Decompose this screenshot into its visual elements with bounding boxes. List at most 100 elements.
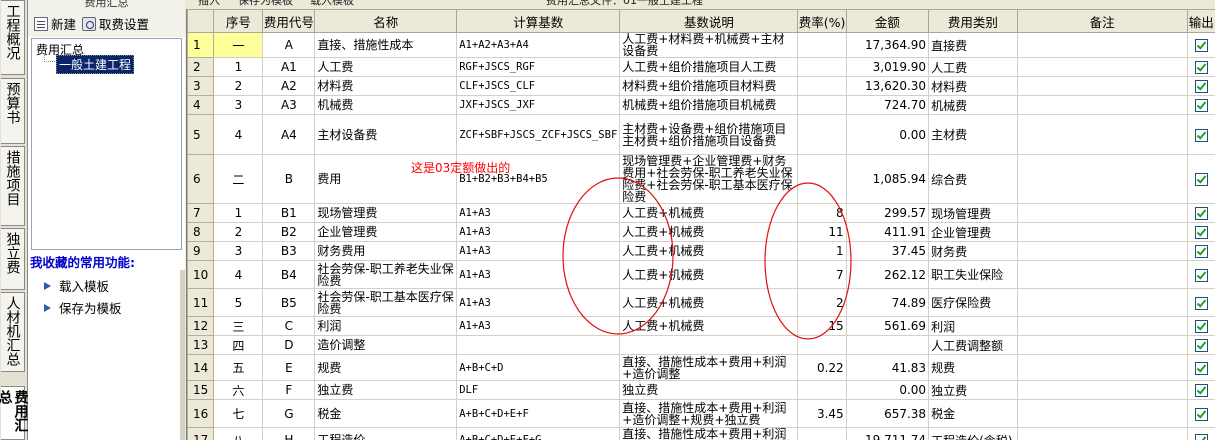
tab-project-overview[interactable]: 工程概况 (1, 0, 25, 75)
cell-note[interactable] (1016, 32, 1188, 58)
favorite-save-template[interactable]: 保存为模板 (44, 298, 122, 317)
cell-amount[interactable]: 262.12 (845, 260, 930, 289)
cell-code[interactable]: A (262, 32, 316, 58)
cell-note[interactable] (1016, 154, 1188, 204)
tab-budget[interactable]: 预算书 (1, 78, 25, 144)
cell-base[interactable]: A1+A3 (456, 260, 621, 289)
row-number[interactable]: 3 (187, 76, 215, 96)
col-header-base[interactable]: 计算基数 (456, 9, 621, 33)
cell-desc[interactable]: 人工费+机械费 (619, 316, 799, 336)
cell-code[interactable]: B4 (262, 260, 316, 289)
row-number[interactable]: 8 (187, 222, 215, 242)
cell-note[interactable] (1016, 260, 1188, 289)
table-row[interactable]: 8 2 B2 企业管理费 A1+A3 人工费+机械费 11 411.91 企业管理费 (187, 222, 1215, 242)
cell-code[interactable]: D (262, 335, 316, 355)
cell-seq[interactable]: 3 (213, 95, 264, 115)
cell-desc[interactable]: 直接、措施性成本+费用+利润+造价调整+规费+独立费+税金 (619, 427, 799, 440)
cell-output[interactable] (1186, 335, 1215, 355)
output-checkbox[interactable] (1194, 226, 1208, 239)
cell-desc[interactable]: 材料费+组价措施项目材料费 (619, 76, 799, 96)
table-row[interactable]: 4 3 A3 机械费 JXF+JSCS_JXF 机械费+组价措施项目机械费 724.70 机械… (187, 95, 1215, 115)
cell-amount[interactable]: 724.70 (845, 95, 930, 115)
cell-amount[interactable] (845, 335, 930, 355)
cell-code[interactable]: A4 (262, 114, 316, 155)
cell-desc[interactable]: 独立费 (619, 380, 799, 400)
row-number[interactable]: 6 (187, 154, 215, 204)
cell-category[interactable]: 独立费 (928, 380, 1018, 400)
cell-note[interactable] (1016, 380, 1188, 400)
cell-base[interactable]: A+B+C+D+E+F (456, 399, 621, 428)
cell-name[interactable]: 企业管理费 (314, 222, 458, 242)
table-row[interactable]: 10 4 B4 社会劳保-职工养老失业保险费 A1+A3 人工费+机械费 7 262.12 职工… (187, 260, 1215, 289)
cell-seq[interactable]: 1 (213, 203, 264, 223)
cell-rate[interactable] (797, 154, 847, 204)
col-header-seq[interactable]: 序号 (213, 9, 264, 33)
cell-seq[interactable]: 2 (213, 76, 264, 96)
cell-category[interactable]: 人工费调整额 (928, 335, 1018, 355)
row-number[interactable]: 15 (187, 380, 215, 400)
cell-output[interactable] (1186, 114, 1215, 155)
cell-category[interactable]: 主材费 (928, 114, 1018, 155)
cell-amount[interactable]: 0.00 (845, 114, 930, 155)
row-number[interactable]: 5 (187, 114, 215, 155)
favorite-load-template[interactable]: 载入模板 (44, 276, 109, 295)
cell-output[interactable] (1186, 380, 1215, 400)
cell-base[interactable]: A+B+C+D+E+F+G (456, 427, 621, 440)
cell-base[interactable]: A1+A3 (456, 288, 621, 317)
cell-amount[interactable]: 561.69 (845, 316, 930, 336)
cell-amount[interactable]: 411.91 (845, 222, 930, 242)
cell-category[interactable]: 规费 (928, 354, 1018, 381)
output-checkbox[interactable] (1194, 61, 1208, 74)
col-header-amount[interactable]: 金额 (845, 9, 930, 33)
table-row[interactable]: 2 1 A1 人工费 RGF+JSCS_RGF 人工费+组价措施项目人工费 3,019.90… (187, 57, 1215, 77)
cell-seq[interactable]: 4 (213, 260, 264, 289)
output-checkbox[interactable] (1194, 320, 1208, 333)
cell-name[interactable]: 税金 (314, 399, 458, 428)
output-checkbox[interactable] (1194, 39, 1208, 52)
table-row[interactable]: 15 六 F 独立费 DLF 独立费 0.00 独立费 (187, 380, 1215, 400)
table-row[interactable]: 13 四 D 造价调整 人工费调整额 (187, 335, 1215, 355)
row-number[interactable]: 11 (187, 288, 215, 317)
cell-desc[interactable]: 机械费+组价措施项目机械费 (619, 95, 799, 115)
cell-code[interactable]: B2 (262, 222, 316, 242)
cell-rate[interactable]: 7 (797, 260, 847, 289)
cell-output[interactable] (1186, 316, 1215, 336)
row-number[interactable]: 4 (187, 95, 215, 115)
cell-category[interactable]: 直接费 (928, 32, 1018, 58)
cell-amount[interactable]: 0.00 (845, 380, 930, 400)
cell-code[interactable]: C (262, 316, 316, 336)
cell-code[interactable]: H (262, 427, 316, 440)
cell-category[interactable]: 税金 (928, 399, 1018, 428)
col-header-note[interactable]: 备注 (1016, 9, 1188, 33)
cell-category[interactable]: 现场管理费 (928, 203, 1018, 223)
cell-output[interactable] (1186, 154, 1215, 204)
table-row[interactable]: 6 二 B 费用 B1+B2+B3+B4+B5 现场管理费+企业管理费+财务费用+社会劳保… (187, 154, 1215, 204)
cell-name[interactable]: 现场管理费 (314, 203, 458, 223)
cell-base[interactable] (456, 335, 621, 355)
cell-code[interactable]: A2 (262, 76, 316, 96)
row-number[interactable]: 10 (187, 260, 215, 289)
cell-code[interactable]: A1 (262, 57, 316, 77)
cell-output[interactable] (1186, 241, 1215, 261)
cell-note[interactable] (1016, 288, 1188, 317)
cell-rate[interactable]: 3.45 (797, 399, 847, 428)
cell-name[interactable]: 社会劳保-职工养老失业保险费 (314, 260, 458, 289)
cell-desc[interactable] (619, 335, 799, 355)
cell-code[interactable]: A3 (262, 95, 316, 115)
cell-note[interactable] (1016, 57, 1188, 77)
cell-desc[interactable]: 人工费+机械费 (619, 203, 799, 223)
cell-category[interactable]: 医疗保险费 (928, 288, 1018, 317)
cell-note[interactable] (1016, 427, 1188, 440)
cell-output[interactable] (1186, 288, 1215, 317)
cell-output[interactable] (1186, 399, 1215, 428)
cell-amount[interactable]: 19,711.74 (845, 427, 930, 440)
tab-fee-summary[interactable]: 费用汇总 (0, 386, 29, 440)
output-checkbox[interactable] (1194, 339, 1208, 352)
cell-amount[interactable]: 13,620.30 (845, 76, 930, 96)
cell-desc[interactable]: 直接、措施性成本+费用+利润+造价调整 (619, 354, 799, 381)
cell-seq[interactable]: 二 (213, 154, 264, 204)
cell-code[interactable]: E (262, 354, 316, 381)
tab-labor-material-summary[interactable]: 人材机汇总 (1, 292, 25, 372)
col-header-category[interactable]: 费用类别 (928, 9, 1018, 33)
load-template-button[interactable]: 载入模板 (310, 0, 354, 6)
